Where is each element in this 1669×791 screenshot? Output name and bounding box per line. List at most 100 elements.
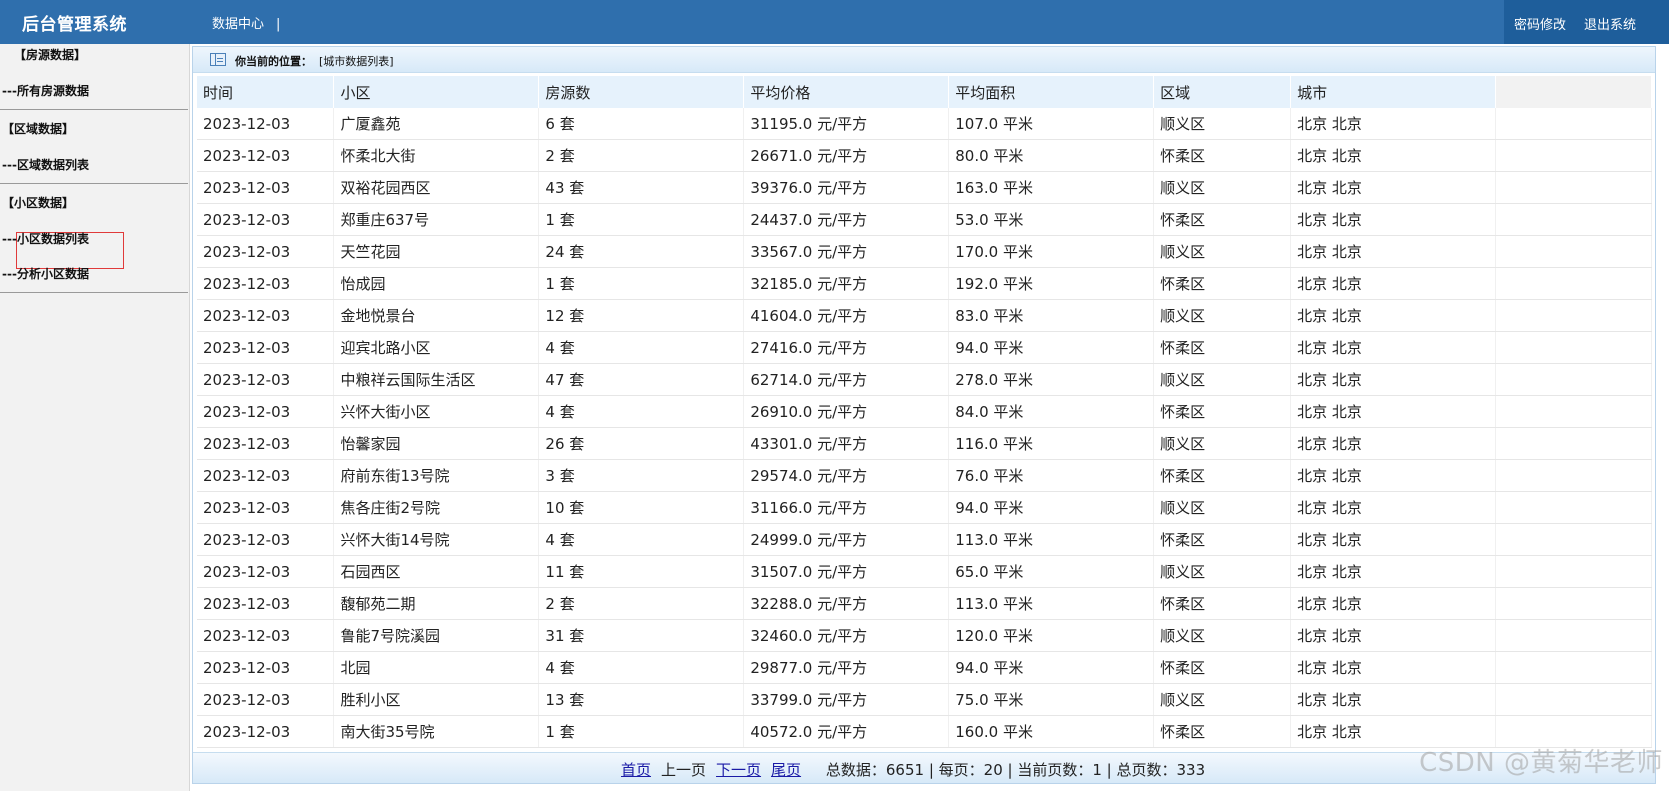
cell-time: 2023-12-03: [197, 587, 335, 620]
cell-city: 北京 北京: [1290, 299, 1497, 332]
main-panel: 你当前的位置： [城市数据列表] 时间 小区 房源数 平均价格 平均面积 区域 …: [192, 46, 1656, 784]
cell-community: 郑重庄637号: [333, 203, 540, 236]
cell-avg-area: 76.0 平米: [948, 459, 1155, 492]
data-table: 时间 小区 房源数 平均价格 平均面积 区域 城市 2023-12-03 广厦鑫苑…: [197, 76, 1652, 748]
cell-avg-area: 94.0 平米: [948, 491, 1155, 524]
logout-link[interactable]: 退出系统: [1584, 14, 1636, 33]
location-value: [城市数据列表]: [319, 55, 394, 68]
per-page-label: 每页：: [938, 761, 984, 779]
cell-blank: [1495, 171, 1652, 204]
cell-district: 顺义区: [1153, 683, 1292, 716]
sidebar-divider: [0, 109, 188, 110]
cell-blank: [1495, 619, 1652, 652]
cell-district: 怀柔区: [1153, 395, 1292, 428]
cell-city: 北京 北京: [1290, 395, 1497, 428]
cell-community: 鲁能7号院溪园: [333, 619, 540, 652]
cell-city: 北京 北京: [1290, 683, 1497, 716]
current-page-label: 当前页数：: [1017, 761, 1093, 779]
cell-listings: 12 套: [538, 299, 745, 332]
table-row: 2023-12-03 怀柔北大街 2 套 26671.0 元/平方 80.0 平米 怀柔区…: [197, 139, 1652, 172]
table-row: 2023-12-03 石园西区 11 套 31507.0 元/平方 65.0 平米 顺义区…: [197, 555, 1652, 588]
cell-time: 2023-12-03: [197, 523, 335, 556]
first-page-link[interactable]: 首页: [621, 761, 651, 779]
cell-avg-price: 26671.0 元/平方: [743, 139, 950, 172]
sidebar-item-region-list[interactable]: ---区域数据列表: [2, 156, 89, 173]
cell-listings: 4 套: [538, 395, 745, 428]
cell-city: 北京 北京: [1290, 363, 1497, 396]
cell-time: 2023-12-03: [197, 427, 335, 460]
change-password-link[interactable]: 密码修改: [1514, 14, 1566, 33]
cell-community: 馥郁苑二期: [333, 587, 540, 620]
cell-district: 顺义区: [1153, 491, 1292, 524]
cell-blank: [1495, 523, 1652, 556]
cell-blank: [1495, 555, 1652, 588]
cell-avg-price: 31195.0 元/平方: [743, 108, 950, 140]
cell-community: 迎宾北路小区: [333, 331, 540, 364]
cell-avg-price: 24999.0 元/平方: [743, 523, 950, 556]
sidebar-group-region: 【区域数据】: [2, 122, 75, 136]
cell-blank: [1495, 683, 1652, 716]
cell-community: 南大街35号院: [333, 715, 540, 748]
cell-listings: 11 套: [538, 555, 745, 588]
sidebar-item-analyze-community[interactable]: ---分析小区数据: [2, 265, 89, 282]
cell-blank: [1495, 395, 1652, 428]
cell-city: 北京 北京: [1290, 619, 1497, 652]
cell-avg-area: 75.0 平米: [948, 683, 1155, 716]
location-label: 你当前的位置：: [235, 55, 312, 68]
cell-listings: 31 套: [538, 619, 745, 652]
location-bar: 你当前的位置： [城市数据列表]: [193, 47, 1655, 73]
cell-listings: 26 套: [538, 427, 745, 460]
cell-avg-area: 53.0 平米: [948, 203, 1155, 236]
cell-listings: 1 套: [538, 267, 745, 300]
cell-blank: [1495, 427, 1652, 460]
cell-blank: [1495, 108, 1652, 140]
sidebar-divider: [0, 292, 188, 293]
cell-avg-area: 113.0 平米: [948, 523, 1155, 556]
cell-time: 2023-12-03: [197, 108, 335, 140]
last-page-link[interactable]: 尾页: [771, 761, 801, 779]
cell-district: 怀柔区: [1153, 139, 1292, 172]
cell-avg-price: 43301.0 元/平方: [743, 427, 950, 460]
table-row: 2023-12-03 兴怀大街小区 4 套 26910.0 元/平方 84.0 平米 怀柔…: [197, 395, 1652, 428]
cell-district: 顺义区: [1153, 108, 1292, 140]
cell-time: 2023-12-03: [197, 395, 335, 428]
cell-time: 2023-12-03: [197, 331, 335, 364]
cell-district: 顺义区: [1153, 235, 1292, 268]
cell-city: 北京 北京: [1290, 427, 1497, 460]
cell-time: 2023-12-03: [197, 715, 335, 748]
cell-avg-area: 83.0 平米: [948, 299, 1155, 332]
cell-avg-area: 80.0 平米: [948, 139, 1155, 172]
next-page-link[interactable]: 下一页: [716, 761, 761, 779]
sidebar-item-all-house-data[interactable]: ---所有房源数据: [2, 82, 89, 99]
table-row: 2023-12-03 怡馨家园 26 套 43301.0 元/平方 116.0 平米 顺义…: [197, 427, 1652, 460]
cell-time: 2023-12-03: [197, 267, 335, 300]
cell-time: 2023-12-03: [197, 651, 335, 684]
table-row: 2023-12-03 天竺花园 24 套 33567.0 元/平方 170.0 平米 顺义…: [197, 235, 1652, 268]
current-page: 1: [1092, 761, 1102, 779]
table-row: 2023-12-03 北园 4 套 29877.0 元/平方 94.0 平米 怀柔区 北京 …: [197, 651, 1652, 684]
cell-community: 兴怀大街14号院: [333, 523, 540, 556]
cell-community: 怀柔北大街: [333, 139, 540, 172]
cell-district: 顺义区: [1153, 427, 1292, 460]
cell-community: 府前东街13号院: [333, 459, 540, 492]
sidebar-group-house: 【房源数据】: [14, 48, 87, 62]
cell-city: 北京 北京: [1290, 171, 1497, 204]
cell-community: 石园西区: [333, 555, 540, 588]
cell-community: 怡馨家园: [333, 427, 540, 460]
cell-avg-price: 33799.0 元/平方: [743, 683, 950, 716]
sidebar-item-community-list[interactable]: ---小区数据列表: [2, 230, 89, 247]
cell-listings: 43 套: [538, 171, 745, 204]
cell-district: 怀柔区: [1153, 651, 1292, 684]
cell-avg-area: 120.0 平米: [948, 619, 1155, 652]
cell-community: 双裕花园西区: [333, 171, 540, 204]
table-row: 2023-12-03 金地悦景台 12 套 41604.0 元/平方 83.0 平米 顺义…: [197, 299, 1652, 332]
cell-listings: 47 套: [538, 363, 745, 396]
nav-data-center[interactable]: 数据中心: [212, 17, 264, 32]
cell-avg-price: 32460.0 元/平方: [743, 619, 950, 652]
pagination-summary: 总数据：6651 | 每页：20 | 当前页数：1 | 总页数：333: [825, 761, 1206, 779]
cell-city: 北京 北京: [1290, 555, 1497, 588]
sidebar-divider: [0, 183, 188, 184]
cell-avg-price: 31166.0 元/平方: [743, 491, 950, 524]
column-header-avg-price: 平均价格: [743, 76, 950, 108]
pagination: 首页 上一页 下一页 尾页 总数据：6651 | 每页：20 | 当前页数：1 | 总…: [621, 759, 1205, 780]
